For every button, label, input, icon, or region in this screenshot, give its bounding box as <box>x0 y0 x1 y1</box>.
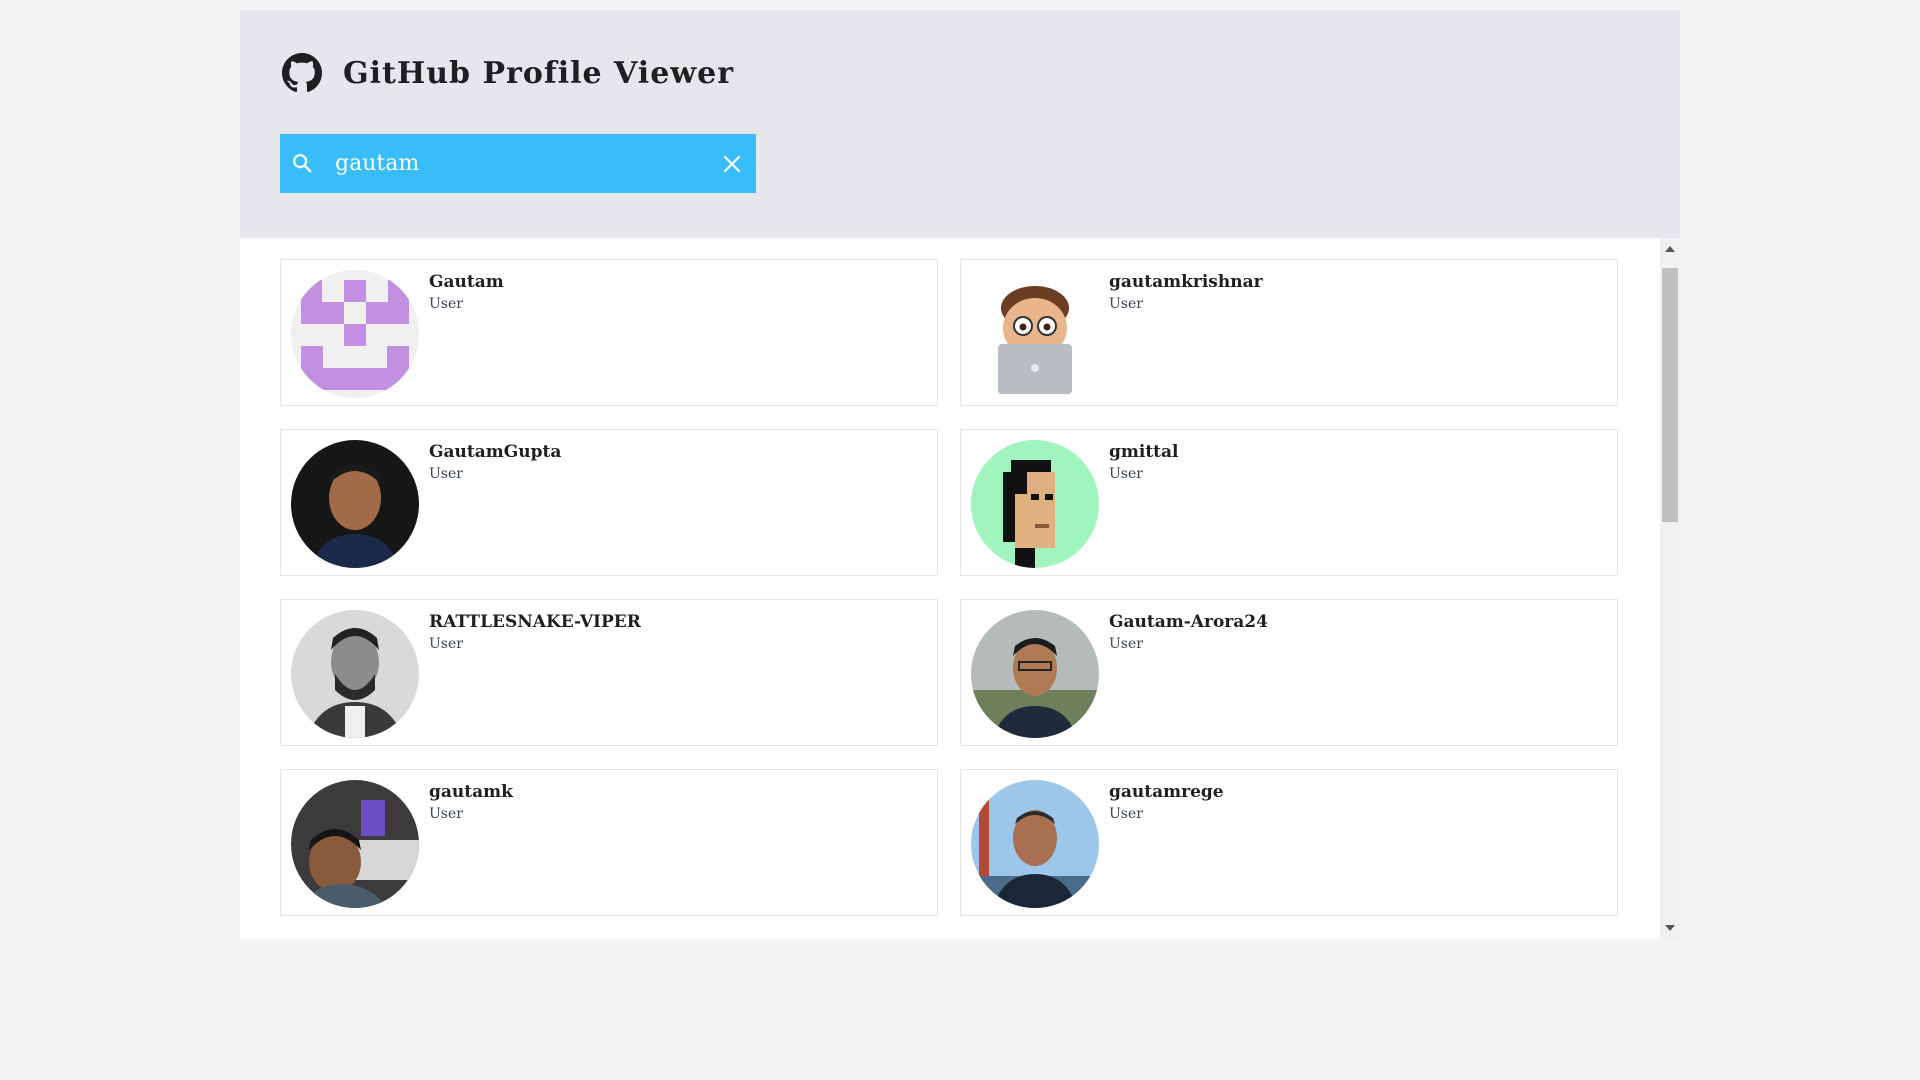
identicon-avatar <box>291 270 419 398</box>
user-login[interactable]: Gautam <box>429 272 504 292</box>
user-card[interactable]: Gautam-Arora24 User <box>960 599 1618 746</box>
header: GitHub Profile Viewer <box>240 10 1680 238</box>
user-type: User <box>1109 806 1143 822</box>
scroll-up-arrow-icon[interactable] <box>1665 246 1675 252</box>
photo-avatar <box>291 780 419 908</box>
user-type: User <box>429 296 463 312</box>
photo-avatar <box>291 610 419 738</box>
user-type: User <box>429 806 463 822</box>
search-bar <box>280 134 756 193</box>
user-login[interactable]: gautamk <box>429 782 513 802</box>
scroll-down-arrow-icon[interactable] <box>1665 925 1675 931</box>
avatar <box>971 440 1099 568</box>
github-octocat-icon <box>282 53 322 93</box>
close-icon[interactable] <box>720 152 744 176</box>
photo-avatar <box>291 440 419 568</box>
avatar <box>291 440 419 568</box>
user-type: User <box>429 466 463 482</box>
user-card[interactable]: gautamrege User <box>960 769 1618 916</box>
user-login[interactable]: GautamGupta <box>429 442 561 462</box>
user-login[interactable]: gmittal <box>1109 442 1179 462</box>
memoji-avatar <box>971 270 1099 398</box>
photo-avatar <box>971 780 1099 908</box>
user-card[interactable]: RATTLESNAKE-VIPER User <box>280 599 938 746</box>
user-card[interactable]: gmittal User <box>960 429 1618 576</box>
user-type: User <box>429 636 463 652</box>
page-title: GitHub Profile Viewer <box>343 55 735 91</box>
pixel-art-avatar <box>971 440 1099 568</box>
results-scrollbar[interactable] <box>1660 238 1680 939</box>
user-login[interactable]: Gautam-Arora24 <box>1109 612 1268 632</box>
results-list: Gautam User gautamkrishnar User GautamGu… <box>240 238 1680 939</box>
user-type: User <box>1109 466 1143 482</box>
user-card[interactable]: gautamkrishnar User <box>960 259 1618 406</box>
avatar <box>291 780 419 908</box>
photo-avatar <box>971 610 1099 738</box>
brand: GitHub Profile Viewer <box>282 52 734 94</box>
user-type: User <box>1109 296 1143 312</box>
user-login[interactable]: RATTLESNAKE-VIPER <box>429 612 641 632</box>
user-login[interactable]: gautamrege <box>1109 782 1224 802</box>
user-card[interactable]: Gautam User <box>280 259 938 406</box>
user-login[interactable]: gautamkrishnar <box>1109 272 1263 292</box>
user-card[interactable]: GautamGupta User <box>280 429 938 576</box>
scroll-thumb[interactable] <box>1662 268 1678 522</box>
avatar <box>971 270 1099 398</box>
app-container: GitHub Profile Viewer gautam Gautam User… <box>240 10 1680 939</box>
search-icon[interactable] <box>291 152 313 174</box>
search-input[interactable] <box>335 134 705 193</box>
avatar <box>971 780 1099 908</box>
avatar <box>971 610 1099 738</box>
user-card[interactable]: gautamk User <box>280 769 938 916</box>
user-type: User <box>1109 636 1143 652</box>
avatar <box>291 270 419 398</box>
avatar <box>291 610 419 738</box>
